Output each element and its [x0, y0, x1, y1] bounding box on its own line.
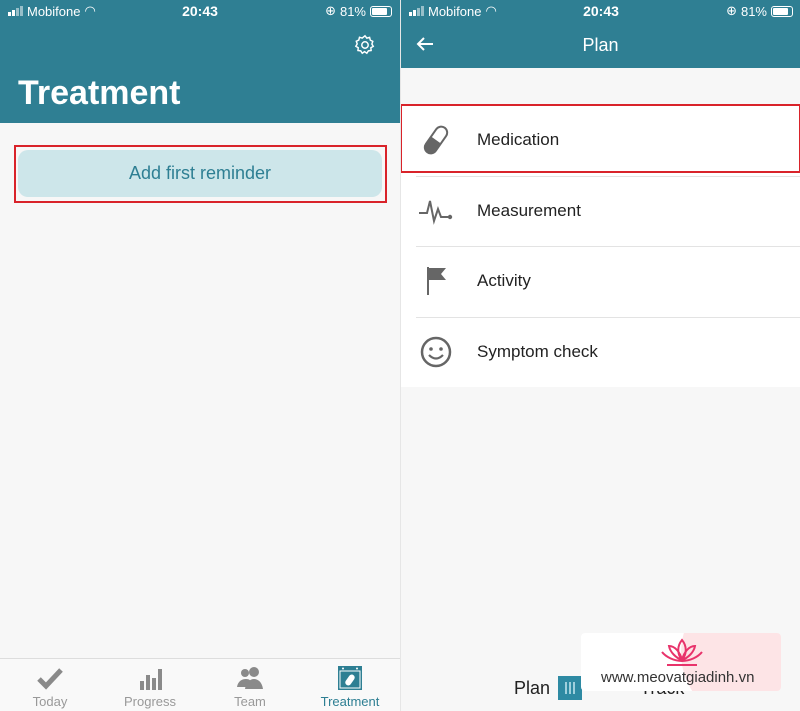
battery-percent: 81% — [740, 3, 767, 19]
tab-progress[interactable]: Progress — [100, 659, 200, 711]
list-item-symptom-check[interactable]: Symptom check — [401, 316, 800, 388]
rotation-lock-icon: ⊕ — [726, 3, 737, 18]
watermark-text: www.meovatgiadinh.vn — [601, 669, 755, 686]
add-first-reminder-button[interactable]: Add first reminder — [18, 150, 382, 197]
tab-team[interactable]: Team — [200, 659, 300, 711]
page-title: Treatment — [18, 74, 181, 112]
status-bar: Mobifone ◠ 20:43 ⊕ 81% — [0, 0, 400, 22]
tab-bar: Today Progress Team Treatment — [0, 658, 400, 711]
item-label: Activity — [477, 271, 531, 291]
tab-treatment[interactable]: Treatment — [300, 659, 400, 711]
pulse-icon — [419, 200, 453, 225]
plan-screen: Mobifone ◠ 20:43 ⊕ 81% Plan Medication Mea… — [400, 0, 800, 711]
tab-label: Team — [234, 694, 266, 709]
lotus-logo-icon — [661, 638, 703, 666]
smiley-icon — [420, 336, 452, 367]
flag-icon — [427, 267, 446, 296]
watermark: www.meovatgiadinh.vn — [581, 633, 781, 691]
toggle-switch[interactable] — [558, 676, 583, 700]
settings-gear-icon[interactable] — [354, 34, 376, 56]
treatment-screen: Mobifone ◠ 20:43 ⊕ 81% Treatment Add first… — [0, 0, 400, 711]
tab-label: Today — [32, 694, 68, 709]
rotation-lock-icon: ⊕ — [325, 3, 336, 18]
battery-icon — [771, 5, 793, 17]
tab-today[interactable]: Today — [0, 659, 100, 711]
toggle-plan-label: Plan — [514, 677, 551, 698]
people-icon — [237, 667, 263, 689]
item-label: Measurement — [477, 200, 581, 220]
battery-percent: 81% — [339, 3, 366, 19]
highlight-box — [401, 104, 800, 173]
battery-icon — [370, 5, 392, 17]
item-label: Symptom check — [477, 341, 598, 361]
tab-label: Progress — [123, 694, 177, 709]
calendar-pill-icon — [338, 666, 362, 690]
status-bar: Mobifone ◠ 20:43 ⊕ 81% — [401, 0, 800, 22]
list-item-activity[interactable]: Activity — [401, 246, 800, 317]
page-title: Plan — [582, 35, 619, 55]
tab-label: Treatment — [320, 694, 380, 709]
checkmark-icon — [37, 668, 63, 690]
list-item-measurement[interactable]: Measurement — [401, 175, 800, 247]
bar-chart-icon — [140, 669, 162, 690]
